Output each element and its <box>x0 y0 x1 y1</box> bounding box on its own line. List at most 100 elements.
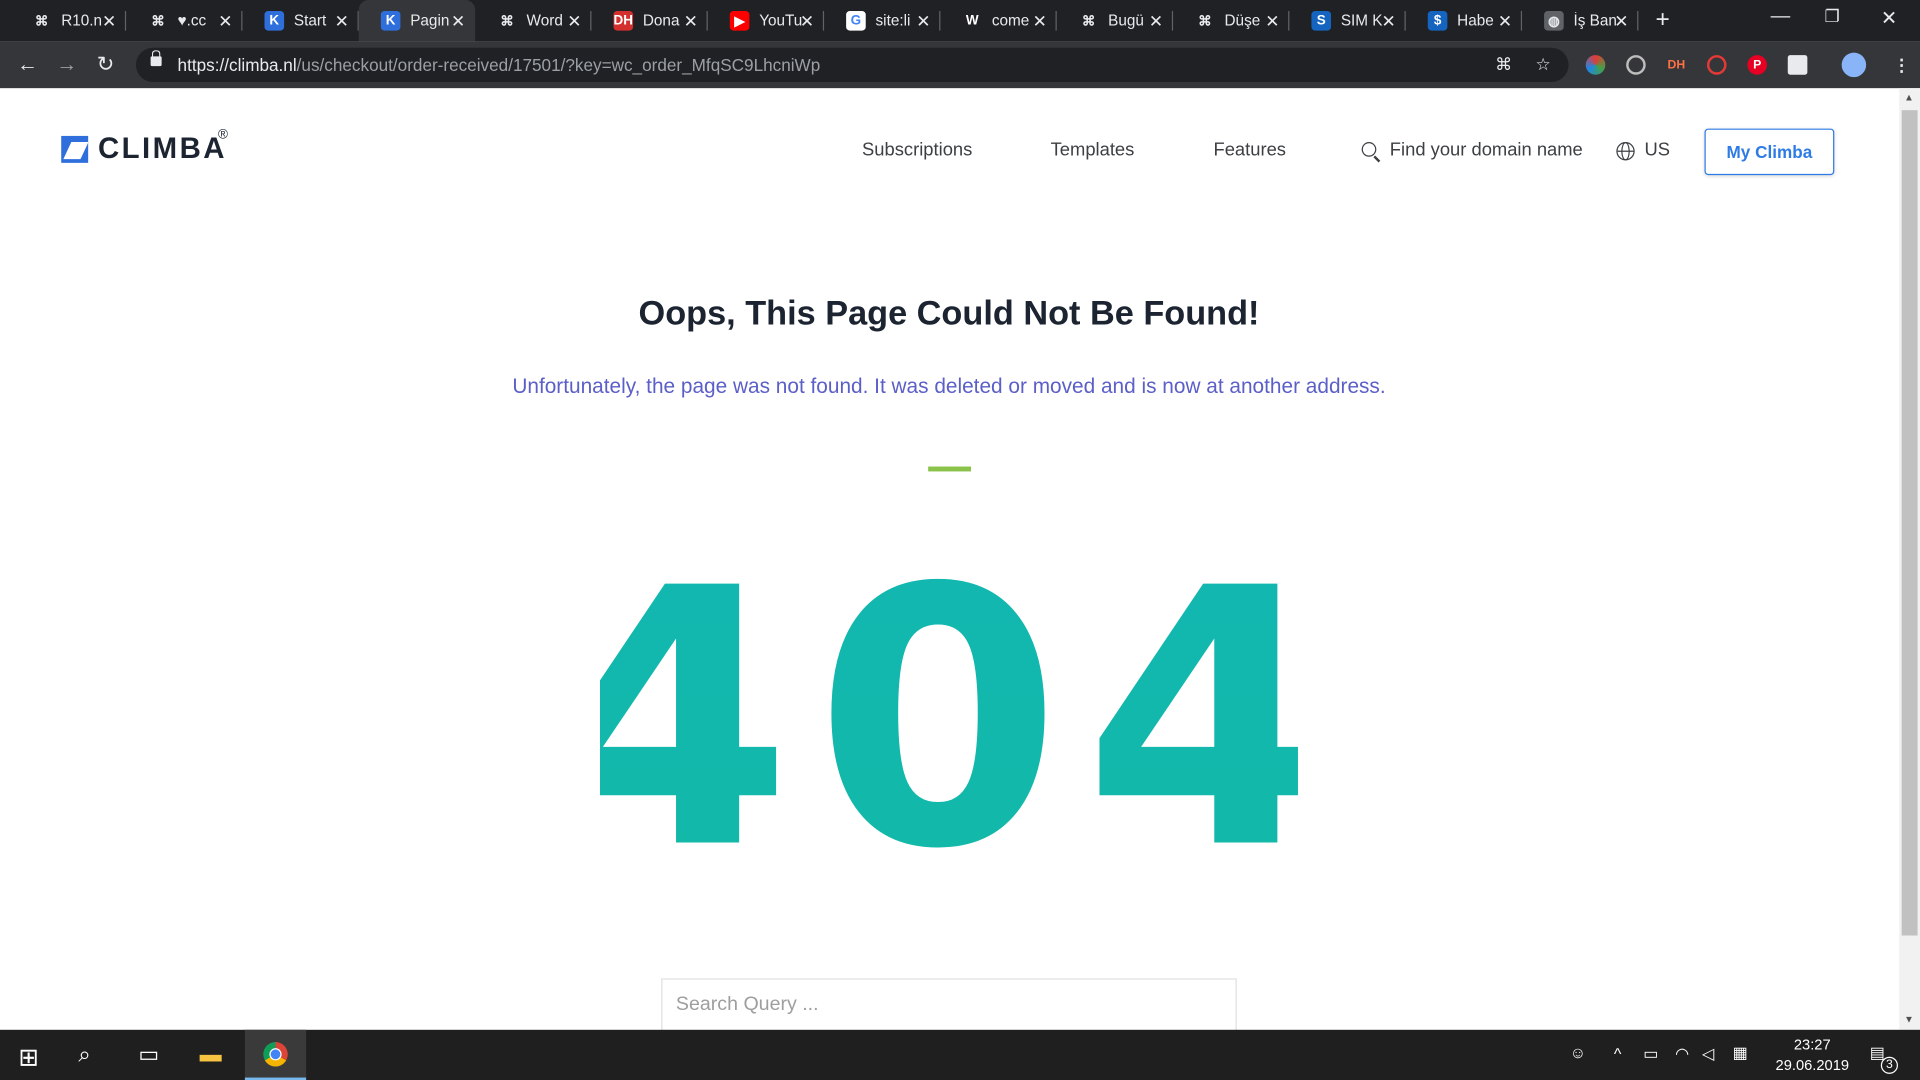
close-tab-icon[interactable]: ✕ <box>684 11 698 32</box>
new-tab-button[interactable]: + <box>1656 6 1670 34</box>
taskbar-chrome-button[interactable] <box>244 1029 307 1080</box>
tab-title: SIM K <box>1340 12 1383 30</box>
binoculars-icon: ⌘ <box>1198 14 1212 29</box>
tab-title: site:li <box>875 12 911 30</box>
search-box[interactable] <box>661 978 1237 1033</box>
nav-subscriptions[interactable]: Subscriptions <box>862 140 972 161</box>
clock-time: 23:27 <box>1793 1035 1831 1054</box>
menu-kebab-icon[interactable]: ⋮ <box>1892 54 1912 75</box>
tab-title: R10.n <box>61 12 103 30</box>
windows-start-icon[interactable]: ⊞ <box>18 1042 39 1073</box>
tray-chevron-icon[interactable]: ^ <box>1614 1044 1621 1062</box>
people-icon[interactable]: ☺ <box>1570 1043 1586 1061</box>
close-tab-icon[interactable]: ✕ <box>102 11 116 32</box>
close-tab-icon[interactable]: ✕ <box>1149 11 1163 32</box>
forward-icon[interactable]: → <box>56 53 77 77</box>
close-tab-icon[interactable]: ✕ <box>451 11 465 32</box>
nav-features[interactable]: Features <box>1213 140 1285 161</box>
volume-icon[interactable]: ◁ <box>1702 1044 1714 1064</box>
browser-tab[interactable]: $ Habe ✕ <box>1406 0 1523 42</box>
browser-tab[interactable]: ▶ YouTu ✕ <box>708 0 825 42</box>
taskbar-search-icon[interactable]: ⌕ <box>78 1042 90 1068</box>
minimize-icon[interactable]: — <box>1771 6 1791 28</box>
tab-title: Habe <box>1457 12 1494 30</box>
browser-tab[interactable]: ⌘ ♥.cc ✕ <box>126 0 243 42</box>
close-tab-icon[interactable]: ✕ <box>567 11 581 32</box>
binoculars-icon: ⌘ <box>500 14 514 29</box>
profile-avatar[interactable] <box>1841 52 1867 78</box>
page-scrollbar[interactable]: ▲ ▼ <box>1899 88 1920 1030</box>
close-tab-icon[interactable]: ✕ <box>1614 11 1628 32</box>
nav-region[interactable]: US <box>1645 140 1671 161</box>
tab-title: İş Ban <box>1573 12 1617 30</box>
climba-logo[interactable]: CLIMBA ® <box>61 127 228 166</box>
title-divider <box>928 466 972 472</box>
close-tab-icon[interactable]: ✕ <box>1033 11 1047 32</box>
close-tab-icon[interactable]: ✕ <box>1498 11 1512 32</box>
close-tab-icon[interactable]: ✕ <box>1382 11 1396 32</box>
bookmark-star-icon[interactable]: ☆ <box>1536 54 1551 75</box>
extension-color-icon[interactable] <box>1585 55 1606 75</box>
browser-tab[interactable]: ⌘ Word ✕ <box>475 0 592 42</box>
task-view-icon[interactable]: ▭ <box>138 1042 159 1068</box>
browser-tab[interactable]: DH Dona ✕ <box>591 0 708 42</box>
back-icon[interactable]: ← <box>17 53 38 77</box>
reload-icon[interactable]: ↻ <box>97 53 114 77</box>
tab-title: come <box>991 12 1030 30</box>
wifi-icon[interactable]: ◠ <box>1675 1044 1689 1064</box>
google-icon: G <box>846 11 866 31</box>
close-tab-icon[interactable]: ✕ <box>800 11 814 32</box>
globe-icon: ◍ <box>1544 11 1564 31</box>
scroll-up-icon[interactable]: ▲ <box>1904 92 1914 103</box>
nav-templates[interactable]: Templates <box>1051 140 1135 161</box>
dh-icon: DH <box>613 11 634 31</box>
screen: ⌘ R10.n ✕ ⌘ ♥.cc ✕ K Start ✕ K Pagin ✕ ⌘ Word ✕ DH Dona ✕… <box>0 0 1920 1080</box>
close-tab-icon[interactable]: ✕ <box>1265 11 1279 32</box>
tab-separator <box>1637 11 1639 31</box>
browser-tab[interactable]: ⌘ R10.n ✕ <box>10 0 127 42</box>
taskbar-clock[interactable]: 23:27 29.06.2019 <box>1776 1035 1850 1077</box>
browser-tab[interactable]: Gsite:li ✕ <box>824 0 941 42</box>
browser-tab[interactable]: ⌘ Düşe ✕ <box>1173 0 1290 42</box>
my-climba-button[interactable]: My Climba <box>1704 128 1835 176</box>
extension-ring-icon[interactable] <box>1626 55 1646 75</box>
binoculars-icon: ⌘ <box>34 14 49 29</box>
keyboard-icon[interactable]: ▦ <box>1733 1043 1748 1063</box>
browser-tab[interactable]: Wcome ✕ <box>940 0 1057 42</box>
logo-text: CLIMBA <box>97 132 227 166</box>
extension-box-icon[interactable] <box>1787 55 1808 75</box>
climba-logo-mark-icon <box>61 135 89 163</box>
nav-domain-search[interactable]: Find your domain name <box>1390 140 1583 161</box>
climba-icon: K <box>264 11 285 31</box>
browser-tab-active[interactable]: K Pagin ✕ <box>358 0 476 42</box>
battery-icon[interactable]: ▭ <box>1643 1044 1658 1064</box>
browser-tab[interactable]: K Start ✕ <box>242 0 359 42</box>
close-tab-icon[interactable]: ✕ <box>916 11 930 32</box>
windows-taskbar: ⊞ ⌕ ▭ ▬ ☺ ^ ▭ ◠ ◁ ▦ ▤ 3 <box>0 1029 1920 1080</box>
search-input[interactable] <box>662 979 1236 1032</box>
browser-tab[interactable]: S SIM K ✕ <box>1289 0 1406 42</box>
tab-title: Pagin <box>410 12 450 30</box>
globe-icon[interactable] <box>1616 142 1635 161</box>
search-icon[interactable] <box>1361 142 1377 157</box>
extension-pinterest-icon[interactable]: P <box>1747 55 1767 75</box>
extension-block-icon[interactable] <box>1706 55 1727 75</box>
close-tab-icon[interactable]: ✕ <box>335 11 349 32</box>
scrollbar-thumb[interactable] <box>1901 110 1918 936</box>
logo-registered: ® <box>217 127 228 143</box>
translate-icon[interactable]: ⌘ <box>1495 54 1512 75</box>
browser-tab[interactable]: ◍ İş Ban ✕ <box>1522 0 1639 42</box>
tab-title: Start <box>293 12 327 30</box>
address-bar[interactable]: https://climba.nl/us/checkout/order-rece… <box>135 47 1569 83</box>
notification-count-badge: 3 <box>1880 1056 1898 1074</box>
extension-dh-icon[interactable]: DH <box>1667 55 1687 75</box>
scroll-down-icon[interactable]: ▼ <box>1904 1014 1914 1025</box>
close-tab-icon[interactable]: ✕ <box>218 11 232 32</box>
browser-tab-strip: ⌘ R10.n ✕ ⌘ ♥.cc ✕ K Start ✕ K Pagin ✕ ⌘ Word ✕ DH Dona ✕… <box>0 0 1920 42</box>
error-message: Unfortunately, the page was not found. I… <box>512 374 1386 398</box>
file-explorer-icon[interactable]: ▬ <box>200 1042 222 1068</box>
tab-title: ♥.cc <box>177 12 207 30</box>
restore-icon[interactable]: ❐ <box>1825 6 1840 27</box>
close-window-icon[interactable]: ✕ <box>1881 6 1897 30</box>
browser-tab[interactable]: ⌘ Bugü ✕ <box>1057 0 1174 42</box>
